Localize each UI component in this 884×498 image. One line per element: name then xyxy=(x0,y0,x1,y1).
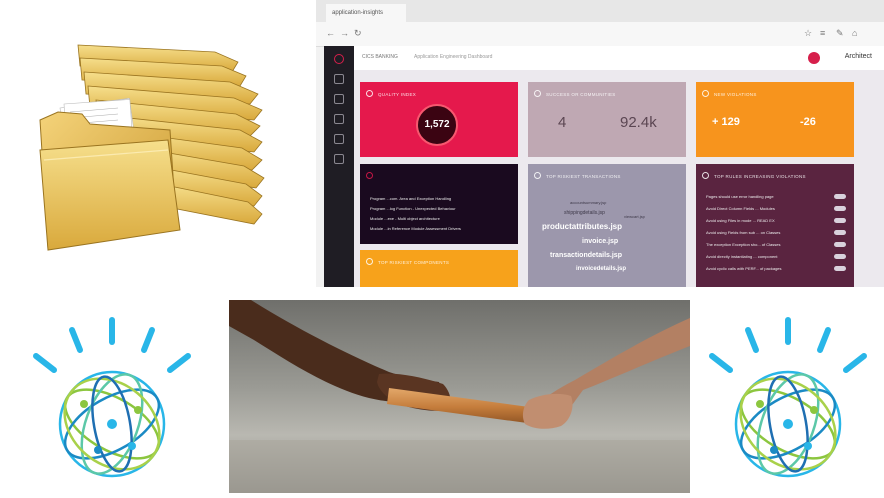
list-item[interactable]: Avoid directly instantiating ... compone… xyxy=(706,254,778,259)
watson-logo-icon xyxy=(709,317,867,478)
count-badge xyxy=(834,218,846,223)
card-title: TOP RULES INCREASING VIOLATIONS xyxy=(714,174,806,179)
tab-bar: application-insights xyxy=(316,0,884,22)
card-title: TOP RISKIEST COMPONENTS xyxy=(378,260,450,265)
list-item[interactable]: Program ...log Function - Unexpected Beh… xyxy=(370,206,456,211)
word[interactable]: invoice.jsp xyxy=(582,238,618,245)
list-item[interactable]: Avoid using Fields from sub ... on Class… xyxy=(706,230,780,235)
hub-icon[interactable]: ≡ xyxy=(820,28,825,38)
count-badge xyxy=(834,206,846,211)
refresh-icon[interactable]: ↻ xyxy=(354,28,362,38)
count-badge xyxy=(834,266,846,271)
note-icon[interactable]: ✎ xyxy=(836,28,844,38)
alert-icon xyxy=(366,172,373,179)
watson-logo-left xyxy=(14,300,214,493)
components-icon xyxy=(366,258,373,265)
word[interactable]: transactiondetails.jsp xyxy=(550,252,622,259)
word[interactable]: productattributes.jsp xyxy=(542,222,622,231)
violations-icon xyxy=(702,90,709,97)
list-item[interactable]: Module ...in Reference Module Assessment… xyxy=(370,226,461,231)
folder-stack-icon xyxy=(39,44,265,251)
count-badge xyxy=(834,242,846,247)
avatar[interactable] xyxy=(808,52,820,64)
share-icon[interactable]: ⌂ xyxy=(852,28,857,38)
quality-icon xyxy=(366,90,373,97)
watson-logo-icon xyxy=(33,317,191,478)
home-icon[interactable] xyxy=(334,54,344,64)
word[interactable]: viewcart.jsp xyxy=(624,214,645,219)
list-item[interactable]: The exception Exception sho... of Classe… xyxy=(706,242,780,247)
count-badge xyxy=(834,230,846,235)
relay-baton-photo xyxy=(229,300,690,493)
word[interactable]: invoicedetails.jsp xyxy=(576,266,626,272)
nav-icon[interactable] xyxy=(334,94,344,104)
success-value-a: 4 xyxy=(558,114,567,131)
list-item[interactable]: Pages should use error handling page xyxy=(706,194,774,199)
word[interactable]: accountsummary.jsp xyxy=(570,200,606,205)
quality-value: 1,572 xyxy=(424,119,450,130)
rules-icon xyxy=(702,172,709,179)
nav-icon[interactable] xyxy=(334,74,344,84)
success-value-b: 92.4k xyxy=(620,114,657,131)
list-item[interactable]: Avoid Direct Column Fields ... Modules xyxy=(706,206,775,211)
back-icon[interactable]: ← xyxy=(326,28,335,38)
app-sidebar xyxy=(324,46,354,287)
relay-baton-icon xyxy=(229,300,690,493)
star-icon[interactable]: ☆ xyxy=(804,28,812,38)
folder-stack-image xyxy=(0,0,300,285)
browser-tab[interactable]: application-insights xyxy=(326,4,406,22)
app-header: CICS BANKING Application Engineering Das… xyxy=(354,46,884,71)
app-subtitle: Application Engineering Dashboard xyxy=(414,54,493,60)
components-card[interactable]: TOP RISKIEST COMPONENTS xyxy=(360,250,518,287)
app-title: CICS BANKING xyxy=(362,54,398,60)
violations-value-a: + 129 xyxy=(712,116,740,128)
card-title: NEW VIOLATIONS xyxy=(714,92,757,97)
dashboard: QUALITY INDEX 1,572 SUCCESS OR COMMUNITI… xyxy=(354,70,884,287)
risk-list-card[interactable]: Program ...com. Area and Exception Handl… xyxy=(360,164,518,244)
nav-icon[interactable] xyxy=(334,134,344,144)
quality-index-card[interactable]: QUALITY INDEX 1,572 xyxy=(360,82,518,157)
user-name[interactable]: Architect xyxy=(845,53,872,60)
list-item[interactable]: Avoid using Files in mode ... READ EX xyxy=(706,218,775,223)
success-card[interactable]: SUCCESS OR COMMUNITIES 4 92.4k xyxy=(528,82,686,157)
card-title: TOP RISKIEST TRANSACTIONS xyxy=(546,174,621,179)
count-badge xyxy=(834,254,846,259)
nav-icon[interactable] xyxy=(334,154,344,164)
watson-logo-right xyxy=(690,300,884,493)
nav-icon[interactable] xyxy=(334,114,344,124)
list-item[interactable]: Avoid cyclic calls with PERF... of packa… xyxy=(706,266,782,271)
address-bar: ← → ↻ ☆ ≡ ✎ ⌂ xyxy=(316,22,884,47)
transactions-icon xyxy=(534,172,541,179)
list-item[interactable]: Module ...exe - Multi object architectur… xyxy=(370,216,440,221)
card-title: QUALITY INDEX xyxy=(378,92,417,97)
rules-card[interactable]: TOP RULES INCREASING VIOLATIONS Pages sh… xyxy=(696,164,854,287)
card-title: SUCCESS OR COMMUNITIES xyxy=(546,92,616,97)
browser-window: application-insights ← → ↻ ☆ ≡ ✎ ⌂ CICS … xyxy=(316,0,884,287)
violations-value-b: -26 xyxy=(800,116,816,128)
list-item[interactable]: Program ...com. Area and Exception Handl… xyxy=(370,196,451,201)
success-icon xyxy=(534,90,541,97)
forward-icon[interactable]: → xyxy=(340,28,349,38)
violations-card[interactable]: NEW VIOLATIONS + 129 -26 xyxy=(696,82,854,157)
transactions-card[interactable]: TOP RISKIEST TRANSACTIONS accountsummary… xyxy=(528,164,686,287)
count-badge xyxy=(834,194,846,199)
word[interactable]: shippingdetails.jsp xyxy=(564,210,605,216)
